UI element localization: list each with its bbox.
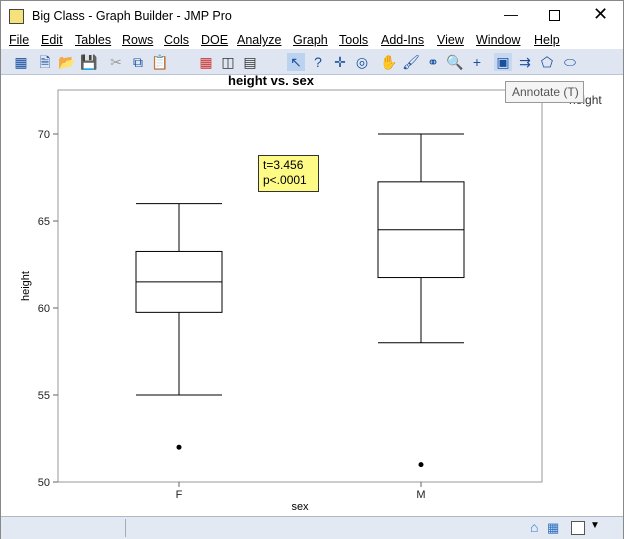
app-icon bbox=[9, 9, 24, 24]
chart-title: height vs. sex bbox=[228, 75, 315, 88]
menu-tools[interactable]: Tools bbox=[339, 33, 368, 47]
home-icon[interactable]: ⌂ bbox=[530, 519, 538, 535]
y-tick-label: 65 bbox=[38, 216, 50, 228]
data-table-list-icon[interactable]: ▦ bbox=[547, 520, 559, 536]
crosshair-tool-icon[interactable]: ◎ bbox=[353, 53, 371, 71]
graph: height vs. sex 50 55 60 65 70 height sex F M bbox=[20, 75, 543, 513]
window-title: Big Class - Graph Builder - JMP Pro bbox=[32, 9, 232, 23]
tooltip: Annotate (T) bbox=[505, 81, 584, 103]
menu-file[interactable]: File bbox=[9, 33, 29, 47]
y-tick-label: 50 bbox=[38, 477, 50, 489]
grabber-tool-icon[interactable]: ✋ bbox=[380, 53, 398, 71]
cut-icon[interactable]: ✂ bbox=[107, 53, 125, 71]
menu-view[interactable]: View bbox=[437, 33, 464, 47]
selection-tool-icon[interactable]: ✛ bbox=[331, 53, 349, 71]
menu-edit[interactable]: Edit bbox=[41, 33, 63, 47]
paste-icon[interactable]: 📋 bbox=[151, 53, 169, 71]
y-tick-label: 70 bbox=[38, 129, 50, 141]
crosshair-plus-icon[interactable]: + bbox=[468, 53, 486, 71]
new-script-icon[interactable]: 🗎 bbox=[36, 53, 54, 71]
data-table-icon[interactable]: ▦ bbox=[197, 53, 215, 71]
status-bar: ⌂ ▦ ▼ bbox=[1, 516, 623, 539]
dropdown-arrow-icon[interactable]: ▼ bbox=[590, 520, 600, 531]
polygon-tool-icon[interactable]: ⬠ bbox=[538, 53, 556, 71]
maximize-button[interactable] bbox=[549, 10, 560, 21]
annotate-tool-icon[interactable]: ▣ bbox=[494, 53, 512, 71]
menu-graph[interactable]: Graph bbox=[293, 33, 328, 47]
title-bar: Big Class - Graph Builder - JMP Pro — ✕ bbox=[1, 1, 623, 33]
toolbar: ▦ 🗎 📂 💾 ✂ ⧉ 📋 ▦ ◫ ▤ ↖ ? ✛ ◎ ✋ 🖌 ⚭ 🔍 + ▣ … bbox=[1, 49, 623, 75]
menu-help[interactable]: Help bbox=[534, 33, 560, 47]
plot-frame bbox=[57, 89, 543, 483]
y-tick-label: 60 bbox=[38, 303, 50, 315]
menu-bar: File Edit Tables Rows Cols DOE Analyze Graph Too… bbox=[1, 33, 623, 49]
save-icon[interactable]: 💾 bbox=[80, 53, 98, 71]
menu-doe[interactable]: DOE bbox=[201, 33, 228, 47]
window-select-box[interactable] bbox=[571, 521, 585, 535]
brush-tool-icon[interactable]: 🖌 bbox=[402, 53, 420, 71]
menu-window[interactable]: Window bbox=[476, 33, 520, 47]
help-tool-icon[interactable]: ? bbox=[309, 53, 327, 71]
arrow-tool-icon[interactable]: ↖ bbox=[287, 53, 305, 71]
line-tool-icon[interactable]: ⇉ bbox=[516, 53, 534, 71]
tooltip-text: Annotate (T) bbox=[512, 85, 579, 99]
close-button[interactable]: ✕ bbox=[593, 4, 608, 25]
menu-analyze[interactable]: Analyze bbox=[237, 33, 281, 47]
x-axis-label: sex bbox=[291, 501, 309, 513]
x-tick-label: M bbox=[416, 489, 425, 501]
columns-icon[interactable]: ◫ bbox=[219, 53, 237, 71]
new-data-table-icon[interactable]: ▦ bbox=[12, 53, 30, 71]
menu-cols[interactable]: Cols bbox=[164, 33, 189, 47]
menu-addins[interactable]: Add-Ins bbox=[381, 33, 424, 47]
menu-rows[interactable]: Rows bbox=[122, 33, 153, 47]
minimize-button[interactable]: — bbox=[501, 6, 521, 22]
annotation-line1: t=3.456 bbox=[263, 158, 304, 172]
outlier-point bbox=[418, 462, 424, 468]
annotation-line2: p<.0001 bbox=[263, 173, 307, 187]
magnifier-tool-icon[interactable]: 🔍 bbox=[446, 53, 464, 71]
annotation[interactable]: t=3.456 p<.0001 bbox=[258, 155, 319, 192]
y-axis-label: height bbox=[20, 271, 32, 301]
outlier-point bbox=[176, 444, 182, 450]
menu-tables[interactable]: Tables bbox=[75, 33, 111, 47]
lasso-tool-icon[interactable]: ⚭ bbox=[424, 53, 442, 71]
open-icon[interactable]: 📂 bbox=[58, 53, 76, 71]
rows-icon[interactable]: ▤ bbox=[241, 53, 259, 71]
y-tick-label: 55 bbox=[38, 390, 50, 402]
ellipse-tool-icon[interactable]: ⬭ bbox=[561, 53, 579, 71]
x-tick-label: F bbox=[176, 489, 183, 501]
copy-icon[interactable]: ⧉ bbox=[129, 53, 147, 71]
